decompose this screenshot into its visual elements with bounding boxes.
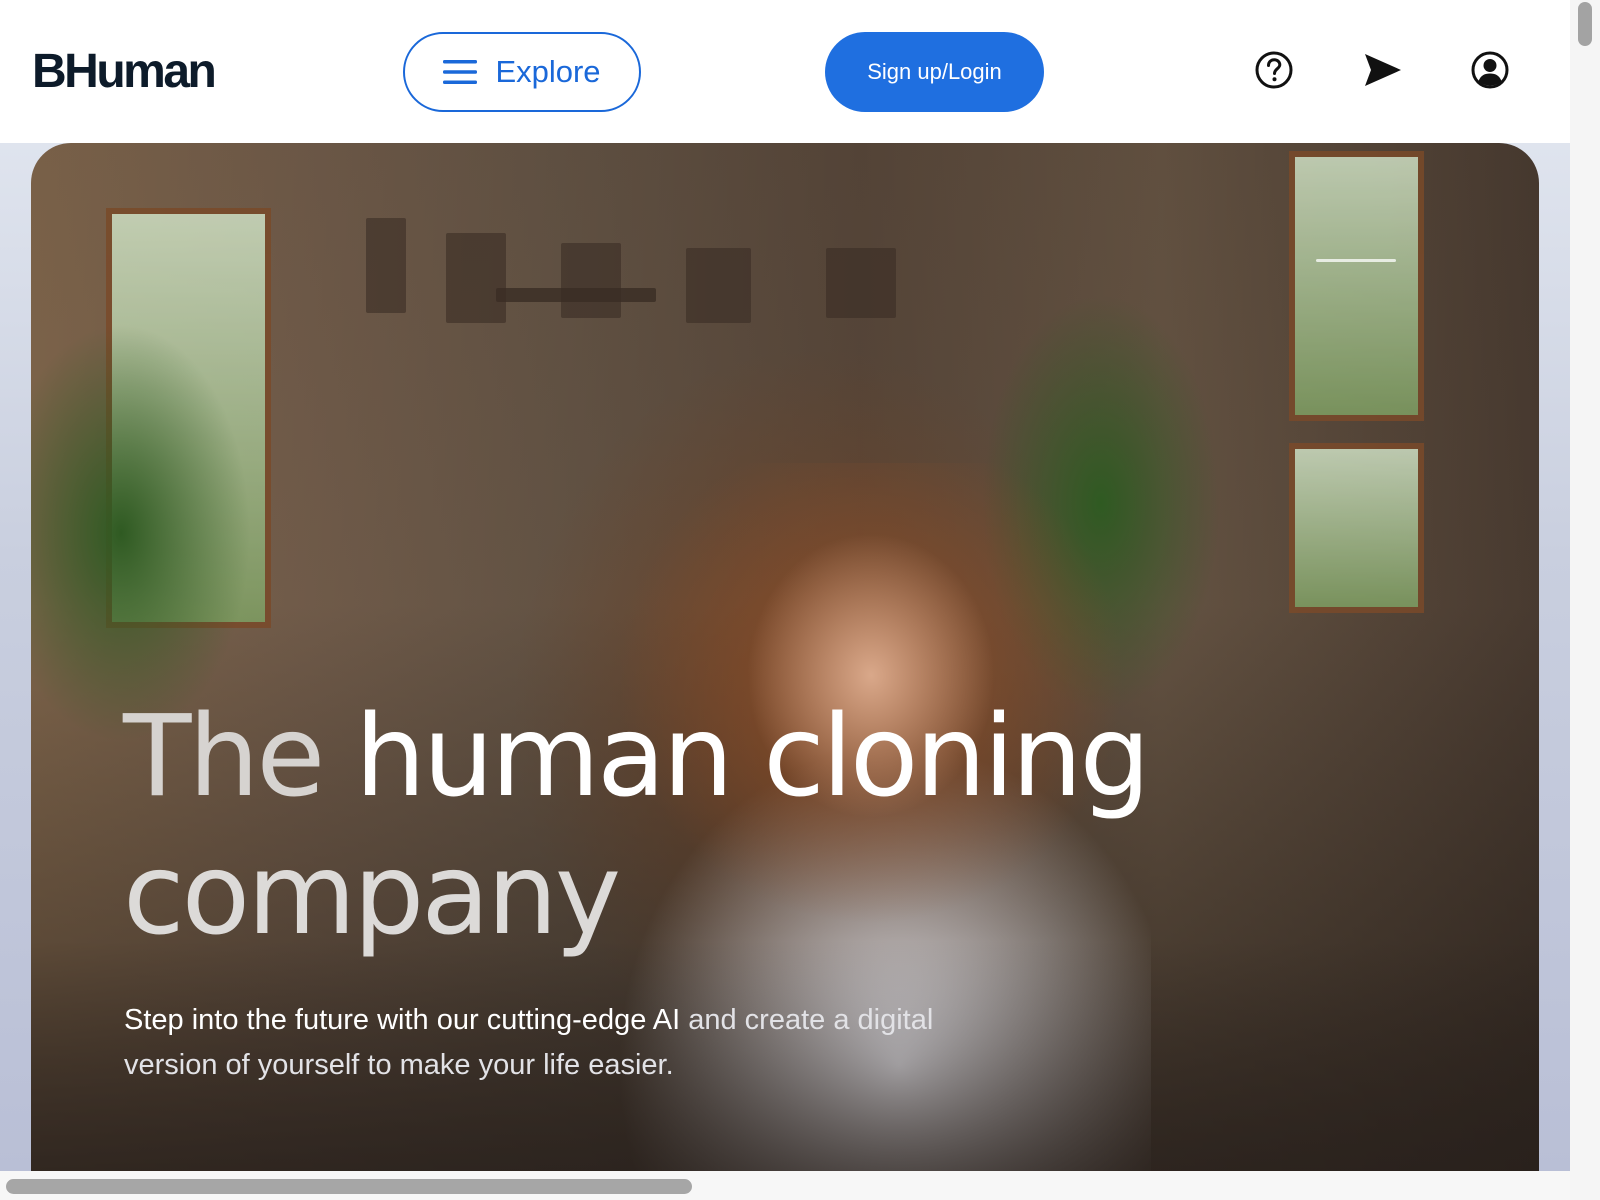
logo[interactable]: BHuman (32, 44, 217, 100)
slide-indicator[interactable] (1316, 259, 1396, 262)
horizontal-scrollbar-thumb[interactable] (6, 1179, 692, 1194)
subtitle-highlight: Step into the future with our cutting-ed… (124, 1004, 681, 1036)
headline-company: company (123, 830, 621, 960)
help-icon[interactable] (1254, 50, 1294, 90)
headline-human-cloning: human cloning (322, 692, 1151, 822)
hero-subtitle: Step into the future with our cutting-ed… (124, 998, 1024, 1088)
explore-label: Explore (495, 54, 601, 89)
vertical-scrollbar-thumb[interactable] (1578, 2, 1592, 46)
headline-word-the: The (123, 692, 325, 822)
vertical-scrollbar-track[interactable] (1570, 0, 1600, 1200)
explore-button[interactable]: Explore (403, 32, 641, 112)
send-icon[interactable] (1363, 50, 1403, 90)
menu-icon (443, 60, 478, 84)
hero-headline: The human cloning company (123, 688, 1323, 964)
hero-banner: The human cloning company Step into the … (31, 143, 1539, 1171)
account-icon[interactable] (1470, 50, 1510, 90)
signup-login-button[interactable]: Sign up/Login (825, 32, 1044, 112)
site-header: BHuman Explore Sign up/Login (0, 0, 1570, 143)
